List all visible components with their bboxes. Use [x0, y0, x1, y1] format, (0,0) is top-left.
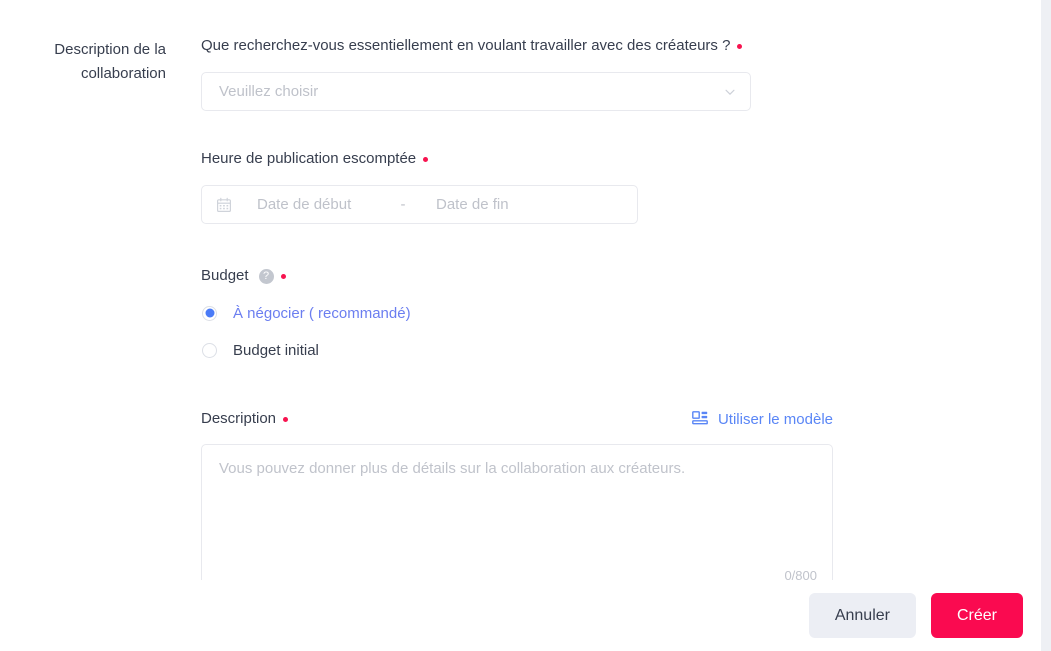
section-label-line2: collaboration	[80, 65, 166, 82]
chevron-down-icon	[725, 89, 735, 95]
end-date-input[interactable]: Date de fin	[436, 196, 509, 213]
create-button[interactable]: Créer	[930, 593, 1023, 638]
goal-label-text: Que recherchez-vous essentiellement en v…	[201, 37, 731, 54]
publish-time-label-text: Heure de publication escomptée	[201, 150, 417, 167]
cancel-button[interactable]: Annuler	[808, 593, 916, 638]
budget-option-initial[interactable]: Budget initial	[201, 339, 901, 361]
description-label-text: Description	[201, 410, 277, 427]
budget-block: Budget ? À négocier ( recommandé) Budget…	[201, 266, 901, 361]
required-dot-icon	[280, 273, 286, 279]
budget-option-initial-label: Budget initial	[233, 341, 319, 359]
radio-icon-unselected[interactable]	[202, 342, 217, 358]
description-placeholder: Vous pouvez donner plus de détails sur l…	[219, 460, 686, 477]
modal-body: Description de la collaboration Que rech…	[0, 0, 1041, 651]
budget-option-negotiable-label: À négocier ( recommandé)	[233, 304, 411, 322]
question-circle-icon[interactable]: ?	[258, 268, 274, 284]
radio-icon-selected[interactable]	[202, 305, 217, 321]
budget-label: Budget ?	[201, 266, 901, 286]
budget-option-negotiable[interactable]: À négocier ( recommandé)	[201, 302, 901, 324]
collaboration-form: Description de la collaboration Que rech…	[0, 0, 1041, 592]
modal-footer: Annuler Créer	[0, 580, 1041, 651]
publish-time-daterange[interactable]: Date de début - Date de fin	[201, 185, 638, 224]
use-template-label: Utiliser le modèle	[717, 410, 833, 428]
description-textarea[interactable]: Vous pouvez donner plus de détails sur l…	[201, 444, 833, 592]
budget-label-text: Budget	[201, 267, 249, 284]
publish-time-label: Heure de publication escomptée	[201, 149, 901, 169]
page-scrollbar-gutter[interactable]	[1041, 0, 1051, 651]
start-date-input[interactable]: Date de début	[257, 196, 392, 213]
date-separator: -	[400, 196, 406, 213]
required-dot-icon	[423, 156, 429, 162]
use-template-link[interactable]: Utiliser le modèle	[692, 411, 833, 428]
required-dot-icon	[283, 416, 289, 422]
goal-select-placeholder: Veuillez choisir	[219, 83, 319, 100]
required-dot-icon	[737, 43, 743, 49]
publish-time-block: Heure de publication escomptée Date de d…	[201, 149, 901, 224]
description-label: Description	[201, 409, 289, 429]
description-header: Description Utiliser le modèle	[201, 409, 833, 429]
goal-label: Que recherchez-vous essentiellement en v…	[201, 36, 901, 56]
calendar-icon	[217, 197, 232, 212]
fields-column: Que recherchez-vous essentiellement en v…	[201, 36, 901, 592]
description-block: Description Utiliser le modèle Vous pouv…	[201, 409, 901, 592]
goal-select[interactable]: Veuillez choisir	[201, 72, 751, 111]
section-label-line1: Description de la	[54, 41, 166, 58]
section-label: Description de la collaboration	[0, 38, 166, 86]
template-layout-icon	[692, 411, 708, 425]
